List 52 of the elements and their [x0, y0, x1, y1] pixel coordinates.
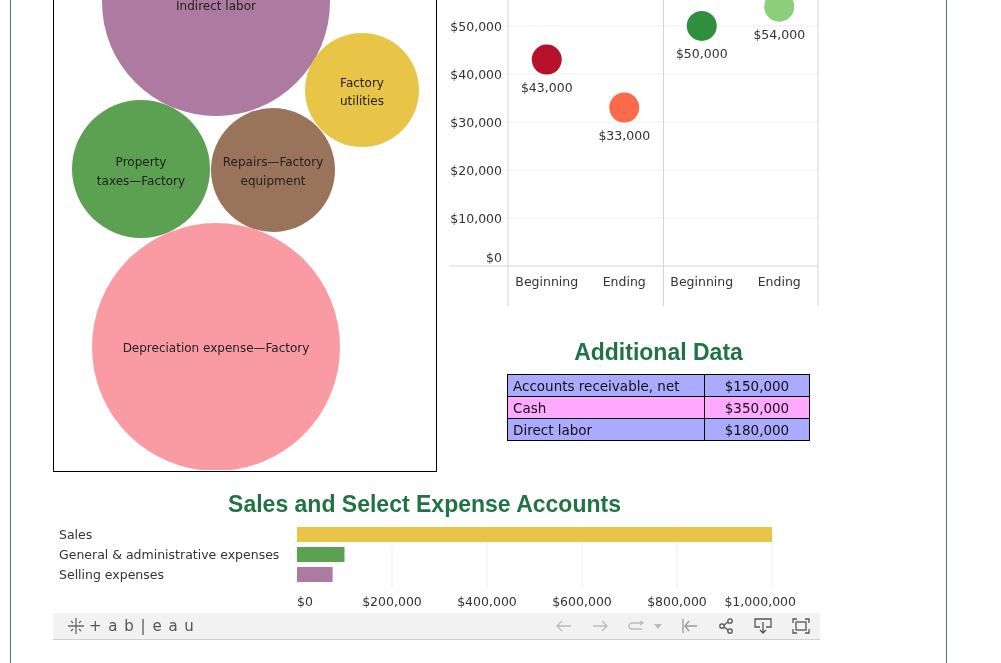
arrow-to-start-icon: [682, 619, 698, 633]
data-label: $43,000: [520, 79, 573, 95]
category-label: Ending: [757, 274, 801, 289]
axis-label: $40,000: [450, 66, 502, 82]
table-cell: Accounts receivable, net: [507, 374, 705, 397]
category-label: Beginning: [670, 274, 734, 289]
bubble-label: Repairs—Factory equipment: [222, 155, 324, 188]
download-button[interactable]: [754, 618, 772, 634]
data-label: $33,000: [598, 127, 651, 143]
revert-button[interactable]: [682, 619, 698, 633]
category-label: Beginning: [515, 274, 579, 289]
fullscreen-icon: [792, 618, 810, 634]
axis-label: $400,000: [457, 594, 517, 609]
undo-button[interactable]: [556, 620, 572, 632]
table-cell: $180,000: [704, 418, 810, 441]
axis-label: $0: [486, 250, 502, 265]
section-title: Additional Data: [574, 339, 743, 366]
category-label: Ending: [602, 274, 646, 289]
table-cell: $150,000: [704, 374, 810, 397]
table-cell: Cash: [507, 396, 705, 419]
bubble-label: Depreciation expense—Factory: [122, 341, 310, 355]
bubble-label: Indirect labor: [176, 0, 256, 13]
replay-button[interactable]: [628, 620, 662, 632]
logo-icon: [67, 617, 85, 635]
axis-label: $200,000: [362, 594, 422, 609]
share-button[interactable]: [718, 618, 734, 634]
arrow-right-icon: [592, 620, 608, 632]
axis-label: $600,000: [552, 594, 612, 609]
category-label: Sales: [59, 527, 93, 542]
axis-label: $0: [297, 594, 313, 609]
data-label: $54,000: [753, 26, 806, 42]
category-label: General & administrative expenses: [59, 547, 280, 562]
caret-icon: [654, 623, 662, 629]
axis-label: $10,000: [450, 211, 502, 226]
logo-text: + a b | e a u: [89, 617, 195, 635]
axis-label: $800,000: [647, 594, 707, 609]
bubble-label: Property taxes—Factory: [96, 155, 186, 188]
share-icon: [718, 618, 734, 634]
axis-label: $30,000: [450, 114, 502, 130]
table-cell: Direct labor: [507, 418, 705, 441]
axis-label: $1,000,000: [724, 594, 796, 609]
axis-label: $50,000: [450, 18, 502, 34]
bubble-label: Factory utilities: [340, 76, 384, 108]
arrow-left-icon: [556, 620, 572, 632]
fullscreen-button[interactable]: [792, 618, 810, 634]
axis-label: $20,000: [450, 162, 502, 178]
data-label: $50,000: [675, 45, 728, 61]
redo-button[interactable]: [592, 620, 608, 632]
category-label: Selling expenses: [59, 567, 164, 582]
chart-title: Sales and Select Expense Accounts: [228, 491, 621, 518]
download-icon: [754, 618, 772, 634]
table-cell: $350,000: [704, 396, 810, 419]
